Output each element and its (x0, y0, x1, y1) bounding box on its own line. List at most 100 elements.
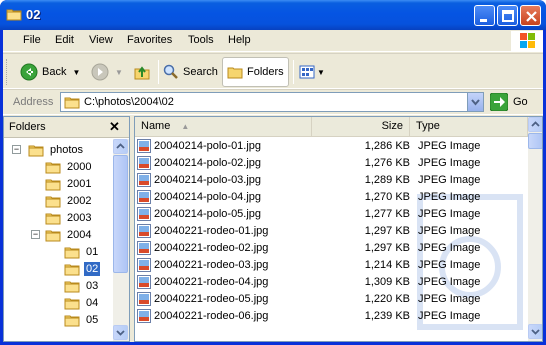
window-title: 02 (26, 7, 41, 22)
file-size: 1,276 KB (364, 157, 410, 169)
menu-view[interactable]: View (89, 34, 113, 46)
column-size-label: Size (381, 120, 403, 132)
tree-item-2004[interactable]: 2004 (45, 226, 93, 243)
file-name[interactable]: 20040221-rodeo-01.jpg (137, 224, 268, 238)
column-size[interactable]: Size (312, 117, 410, 136)
file-row[interactable]: 20040221-rodeo-03.jpg 1,214 KB JPEG Image (135, 257, 528, 274)
file-name[interactable]: 20040221-rodeo-05.jpg (137, 292, 268, 306)
address-input[interactable]: C:\photos\2004\02 (60, 92, 484, 112)
file-name[interactable]: 20040214-polo-03.jpg (137, 173, 261, 187)
toolbar-grip[interactable] (6, 59, 9, 85)
views-button[interactable]: ▼ (299, 57, 325, 87)
file-row[interactable]: 20040221-rodeo-04.jpg 1,309 KB JPEG Image (135, 274, 528, 291)
tree-item-2002[interactable]: 2002 (45, 192, 93, 209)
file-name[interactable]: 20040214-polo-04.jpg (137, 190, 261, 204)
close-button[interactable] (520, 5, 541, 26)
menu-file[interactable]: File (23, 34, 41, 46)
collapse-toggle[interactable]: − (31, 230, 40, 239)
tree-item-label: 05 (86, 313, 99, 326)
scroll-down-button[interactable] (113, 325, 128, 340)
scroll-up-button[interactable] (113, 139, 128, 154)
tree-item-2001[interactable]: 2001 (45, 175, 93, 192)
file-row[interactable]: 20040221-rodeo-05.jpg 1,220 KB JPEG Image (135, 291, 528, 308)
file-list-scrollbar[interactable] (528, 117, 542, 341)
toolbar-separator (158, 60, 159, 84)
search-button[interactable]: Search (163, 57, 218, 87)
back-button[interactable]: Back ▼ (20, 57, 80, 87)
scrollbar-thumb[interactable] (113, 155, 128, 273)
file-type: JPEG Image (418, 259, 481, 271)
menu-edit[interactable]: Edit (55, 34, 74, 46)
file-size: 1,286 KB (364, 140, 410, 152)
file-size: 1,297 KB (364, 242, 410, 254)
back-label: Back (42, 66, 67, 78)
column-type[interactable]: Type (410, 117, 528, 136)
file-row[interactable]: 20040221-rodeo-01.jpg 1,297 KB JPEG Image (135, 223, 528, 240)
file-name[interactable]: 20040214-polo-01.jpg (137, 139, 261, 153)
file-name[interactable]: 20040221-rodeo-04.jpg (137, 275, 268, 289)
file-row[interactable]: 20040214-polo-04.jpg 1,270 KB JPEG Image (135, 189, 528, 206)
tree-item-label: 2003 (67, 211, 92, 224)
tree-item-2003[interactable]: 2003 (45, 209, 93, 226)
jpeg-file-icon (137, 275, 151, 289)
collapse-toggle[interactable]: − (12, 145, 21, 154)
tree-item-2000[interactable]: 2000 (45, 158, 93, 175)
open-folder-icon (64, 264, 80, 275)
tree-item-photos[interactable]: photos (28, 141, 85, 158)
file-name-label: 20040214-polo-01.jpg (154, 140, 262, 152)
file-name-label: 20040221-rodeo-05.jpg (154, 293, 269, 305)
menu-favorites[interactable]: Favorites (127, 34, 172, 46)
file-name[interactable]: 20040221-rodeo-06.jpg (137, 309, 268, 323)
folder-tree-scrollbar[interactable] (113, 139, 129, 341)
forward-dropdown-icon[interactable]: ▼ (115, 68, 123, 77)
file-name[interactable]: 20040221-rodeo-03.jpg (137, 258, 268, 272)
file-size: 1,214 KB (364, 259, 410, 271)
tree-item-label: 2002 (67, 194, 92, 207)
folder-icon (64, 97, 80, 109)
file-name[interactable]: 20040214-polo-02.jpg (137, 156, 261, 170)
scroll-up-button[interactable] (528, 117, 542, 132)
tree-item-02[interactable]: 02 (64, 260, 101, 277)
file-row[interactable]: 20040214-polo-02.jpg 1,276 KB JPEG Image (135, 155, 528, 172)
column-name[interactable]: Name ▲ (135, 117, 312, 136)
folder-icon (6, 9, 22, 21)
go-button[interactable]: Go (490, 93, 528, 111)
file-row[interactable]: 20040221-rodeo-02.jpg 1,297 KB JPEG Image (135, 240, 528, 257)
tree-item-01[interactable]: 01 (64, 243, 100, 260)
file-name[interactable]: 20040214-polo-05.jpg (137, 207, 261, 221)
folders-button[interactable]: Folders (222, 57, 289, 87)
file-row[interactable]: 20040214-polo-01.jpg 1,286 KB JPEG Image (135, 138, 528, 155)
back-dropdown-icon[interactable]: ▼ (72, 68, 80, 77)
file-name-label: 20040214-polo-02.jpg (154, 157, 262, 169)
file-row[interactable]: 20040214-polo-03.jpg 1,289 KB JPEG Image (135, 172, 528, 189)
content-area: Folders ✕ − photos 2000 2001 2002 2003 − 2004 01… (3, 116, 543, 342)
tree-item-05[interactable]: 05 (64, 311, 100, 328)
search-label: Search (183, 66, 218, 78)
address-dropdown-button[interactable] (467, 93, 483, 111)
scrollbar-thumb[interactable] (528, 133, 542, 149)
minimize-button[interactable] (474, 5, 495, 26)
file-size: 1,270 KB (364, 191, 410, 203)
window-client: File Edit View Favorites Tools Help Back… (3, 30, 543, 342)
file-size: 1,289 KB (364, 174, 410, 186)
title-bar[interactable]: 02 (0, 0, 546, 30)
forward-button[interactable]: ▼ (91, 57, 123, 87)
close-pane-icon[interactable]: ✕ (109, 119, 120, 135)
file-type: JPEG Image (418, 225, 481, 237)
tree-item-03[interactable]: 03 (64, 277, 100, 294)
file-row[interactable]: 20040214-polo-05.jpg 1,277 KB JPEG Image (135, 206, 528, 223)
folder-icon (64, 315, 80, 326)
jpeg-file-icon (137, 309, 151, 323)
file-row[interactable]: 20040221-rodeo-06.jpg 1,239 KB JPEG Image (135, 308, 528, 325)
tree-item-04[interactable]: 04 (64, 294, 100, 311)
file-name[interactable]: 20040221-rodeo-02.jpg (137, 241, 268, 255)
file-name-label: 20040214-polo-04.jpg (154, 191, 262, 203)
scroll-down-button[interactable] (528, 324, 542, 339)
standard-toolbar: Back ▼ ▼ Search Folders ▼ (3, 53, 543, 89)
up-button[interactable] (133, 57, 151, 87)
maximize-button[interactable] (497, 5, 518, 26)
file-list-pane: Name ▲ Size Type 20040214-polo-01.jpg 1,2… (134, 116, 543, 342)
menu-tools[interactable]: Tools (188, 34, 214, 46)
folder-tree: − photos 2000 2001 2002 2003 − 2004 01 02 03 04 05 (4, 139, 113, 341)
menu-help[interactable]: Help (228, 34, 251, 46)
